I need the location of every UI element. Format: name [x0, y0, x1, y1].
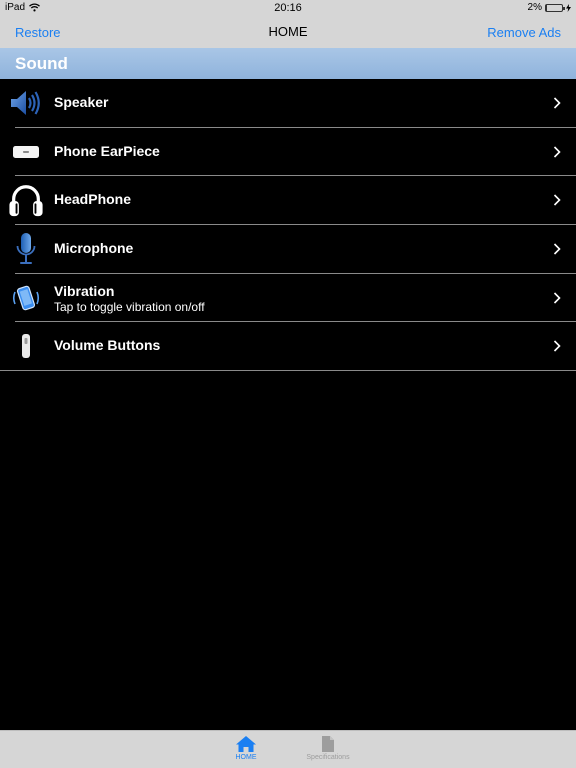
- item-subtitle: Tap to toggle vibration on/off: [54, 299, 205, 314]
- document-icon: [322, 736, 334, 752]
- item-title: Vibration: [54, 282, 115, 299]
- list-item-vibration[interactable]: Vibration Tap to toggle vibration on/off: [0, 274, 576, 323]
- app-screen: iPad 20:16 2% Restore HOME Remove Ads So…: [0, 0, 576, 768]
- navigation-bar: Restore HOME Remove Ads: [0, 16, 576, 48]
- row-divider: [0, 370, 576, 372]
- section-header-sound: Sound: [0, 48, 576, 79]
- tab-specifications[interactable]: Specifications: [298, 735, 358, 767]
- chevron-right-icon: [553, 292, 561, 304]
- remove-ads-button[interactable]: Remove Ads: [487, 25, 561, 40]
- headphones-icon: [8, 180, 44, 220]
- battery-icon: [545, 3, 565, 12]
- list-item-microphone[interactable]: Microphone: [0, 225, 576, 274]
- chevron-right-icon: [553, 340, 561, 353]
- chevron-right-icon: [553, 97, 561, 109]
- earpiece-icon: [8, 132, 44, 172]
- tab-label: HOME: [235, 754, 257, 761]
- item-title: Microphone: [54, 240, 134, 257]
- section-title: Sound: [15, 54, 68, 73]
- tab-bar: HOME Specifications: [0, 730, 576, 768]
- status-bar: iPad 20:16 2%: [0, 0, 576, 16]
- status-time: 20:16: [274, 2, 302, 14]
- battery-percent: 2%: [527, 2, 542, 13]
- item-title: HeadPhone: [54, 191, 132, 208]
- microphone-icon: [8, 229, 44, 269]
- item-title: Phone EarPiece: [54, 142, 160, 159]
- list-item-headphone[interactable]: HeadPhone: [0, 176, 576, 226]
- home-icon: [236, 736, 256, 752]
- charging-bolt-icon: [566, 3, 571, 12]
- volume-buttons-icon: [8, 326, 44, 366]
- battery-fill: [546, 4, 547, 11]
- chevron-right-icon: [553, 146, 561, 158]
- item-title: Speaker: [54, 94, 109, 110]
- chevron-right-icon: [553, 194, 561, 206]
- tab-label: Specifications: [306, 754, 350, 761]
- chevron-right-icon: [553, 243, 561, 255]
- item-title: Volume Buttons: [54, 337, 161, 354]
- list-item-speaker[interactable]: Speaker: [0, 79, 576, 128]
- speaker-icon: [8, 83, 44, 123]
- tab-home[interactable]: HOME: [216, 735, 276, 767]
- sound-options-list: Speaker Phone EarPiece HeadPhone Microph…: [0, 79, 576, 372]
- list-item-volume-buttons[interactable]: Volume Buttons: [0, 322, 576, 372]
- vibration-icon: [8, 278, 44, 318]
- list-item-phone-earpiece[interactable]: Phone EarPiece: [0, 128, 576, 177]
